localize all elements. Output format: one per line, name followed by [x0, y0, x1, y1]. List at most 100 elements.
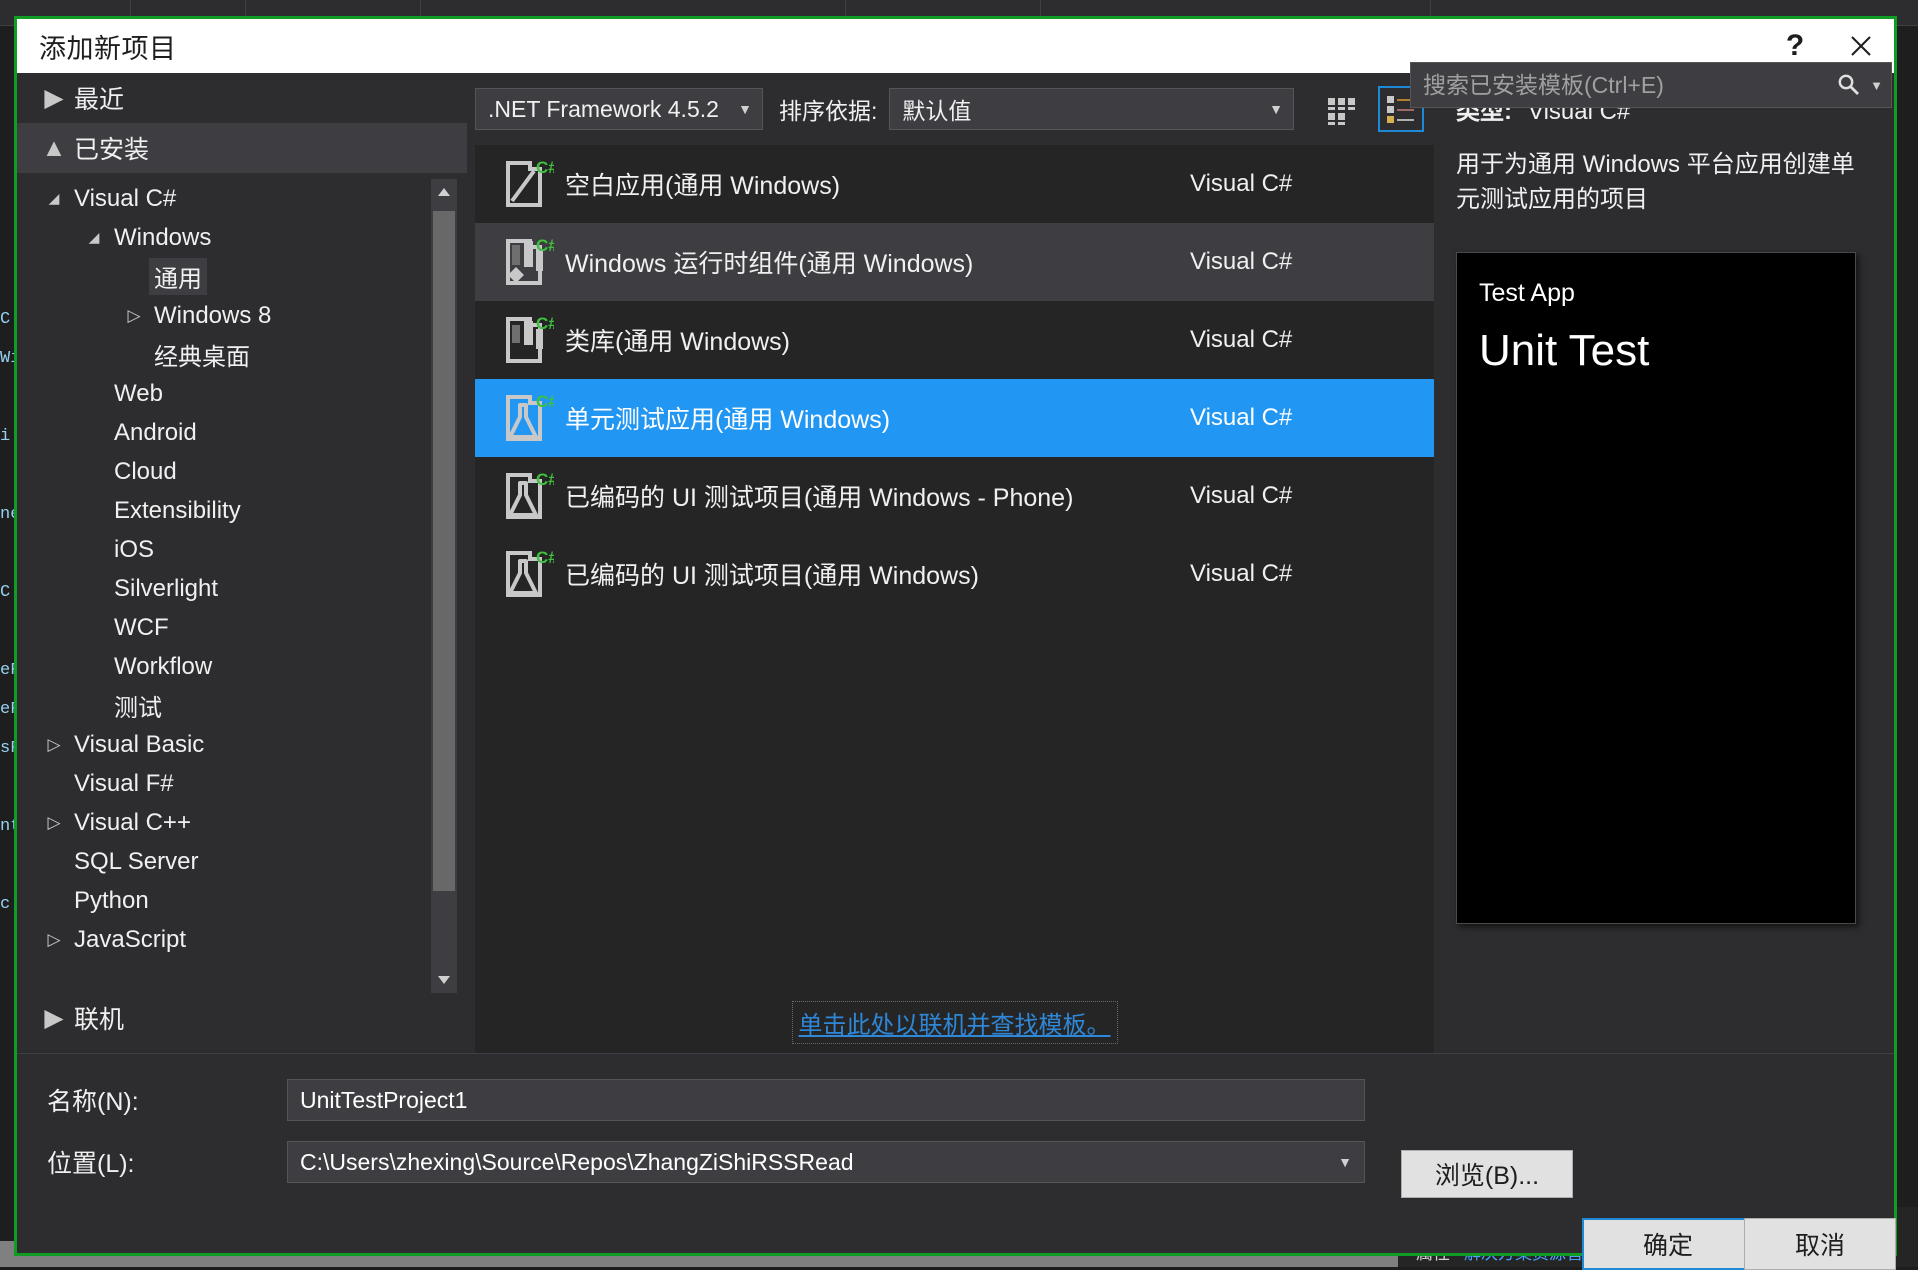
tree-node-label: 已安装	[69, 129, 154, 167]
tree-node[interactable]: Web	[17, 374, 467, 413]
svg-text:C#: C#	[536, 470, 554, 489]
medium-icons-view-icon[interactable]	[1318, 86, 1364, 132]
chevron-right-icon: ▶	[39, 83, 69, 113]
svg-text:C#: C#	[536, 392, 554, 411]
tree-node[interactable]: ◢Visual C#	[17, 179, 467, 218]
online-templates-link-row: 单击此处以联机并查找模板。	[475, 991, 1434, 1053]
chevron-right-icon: ▷	[39, 735, 69, 755]
tree-node[interactable]: Silverlight	[17, 569, 467, 608]
tree-node[interactable]: Visual F#	[17, 764, 467, 803]
template-name: 单元测试应用(通用 Windows)	[565, 400, 1174, 436]
tree-scroll-region: ◢Visual C#◢Windows通用▷Windows 8经典桌面WebAnd…	[17, 179, 467, 993]
cancel-button[interactable]: 取消	[1744, 1218, 1896, 1270]
tree-node[interactable]: WCF	[17, 608, 467, 647]
tree-node[interactable]: ▷Visual Basic	[17, 725, 467, 764]
search-icon[interactable]	[1836, 72, 1862, 98]
template-list[interactable]: C#空白应用(通用 Windows)Visual C#C#Windows 运行时…	[475, 145, 1434, 991]
framework-dropdown[interactable]: .NET Framework 4.5.2 ▼	[475, 88, 763, 130]
tree-node[interactable]: ◢Windows	[17, 218, 467, 257]
view-mode-toggle-group	[1318, 86, 1424, 132]
chevron-down-icon: ◢	[39, 190, 69, 207]
browse-button[interactable]: 浏览(B)...	[1401, 1150, 1573, 1198]
tree-node-label: 测试	[109, 687, 167, 724]
svg-text:C#: C#	[536, 314, 554, 333]
tree-node-label: Windows 8	[149, 301, 276, 331]
template-preview-image: Test App Unit Test	[1456, 252, 1856, 924]
chevron-down-icon: ▼	[1255, 101, 1283, 117]
template-list-item[interactable]: C# 类库(通用 Windows)Visual C#	[475, 301, 1434, 379]
tree-node[interactable]: iOS	[17, 530, 467, 569]
tree-node[interactable]: ▷Windows 8	[17, 296, 467, 335]
tree-node-installed[interactable]: ▲ 已安装	[17, 123, 467, 173]
tree-node[interactable]: Extensibility	[17, 491, 467, 530]
tree-node[interactable]: Workflow	[17, 647, 467, 686]
tree-node-label: Web	[109, 379, 168, 409]
tree-node-recent[interactable]: ▶ 最近	[17, 73, 467, 123]
project-name-input[interactable]: UnitTestProject1	[287, 1079, 1365, 1121]
tree-node-label: Android	[109, 418, 202, 448]
tree-node[interactable]: 测试	[17, 686, 467, 725]
tree-node-label: Visual C#	[69, 184, 181, 214]
tree-node-label: Extensibility	[109, 496, 246, 526]
tree-node-label: 联机	[69, 999, 129, 1037]
sort-dropdown[interactable]: 默认值 ▼	[889, 88, 1294, 130]
search-templates-box[interactable]: ▼	[1410, 62, 1892, 108]
template-language: Visual C#	[1174, 326, 1434, 354]
template-name: 已编码的 UI 测试项目(通用 Windows)	[565, 556, 1174, 592]
tree-node[interactable]: 通用	[17, 257, 467, 296]
project-location-value: C:\Users\zhexing\Source\Repos\ZhangZiShi…	[300, 1149, 854, 1176]
tree-node-label: SQL Server	[69, 847, 204, 877]
tree-node[interactable]: ▷Visual C++	[17, 803, 467, 842]
tree-node[interactable]: Cloud	[17, 452, 467, 491]
template-name: 已编码的 UI 测试项目(通用 Windows - Phone)	[565, 478, 1174, 514]
tree-node[interactable]: ▷JavaScript	[17, 920, 467, 959]
template-language: Visual C#	[1174, 560, 1434, 588]
project-location-input[interactable]: C:\Users\zhexing\Source\Repos\ZhangZiShi…	[287, 1141, 1365, 1183]
framework-dropdown-value: .NET Framework 4.5.2	[488, 96, 719, 123]
tree-node[interactable]: Python	[17, 881, 467, 920]
template-language: Visual C#	[1174, 404, 1434, 432]
tree-node-label: 最近	[69, 79, 129, 117]
scroll-down-arrow-icon[interactable]	[431, 967, 457, 993]
template-name: 类库(通用 Windows)	[565, 322, 1174, 358]
tree-node-label: Silverlight	[109, 574, 223, 604]
chevron-down-icon[interactable]: ▼	[1870, 78, 1883, 93]
tree-node-label: Python	[69, 886, 154, 916]
tree-node-list: ◢Visual C#◢Windows通用▷Windows 8经典桌面WebAnd…	[17, 179, 467, 959]
blank-app-icon: C#	[489, 157, 565, 211]
tree-node[interactable]: Android	[17, 413, 467, 452]
svg-text:C#: C#	[536, 236, 554, 255]
find-online-templates-link[interactable]: 单击此处以联机并查找模板。	[792, 1001, 1118, 1044]
template-language: Visual C#	[1174, 248, 1434, 276]
tree-node-label: Cloud	[109, 457, 182, 487]
tree-node[interactable]: 经典桌面	[17, 335, 467, 374]
template-list-item[interactable]: C#已编码的 UI 测试项目(通用 Windows - Phone)Visual…	[475, 457, 1434, 535]
coded-ui-test-icon: C#	[489, 547, 565, 601]
tree-node-online[interactable]: ▶ 联机	[17, 993, 467, 1043]
unit-test-icon: C#	[489, 391, 565, 445]
tree-node-label: Visual Basic	[69, 730, 209, 760]
svg-text:C#: C#	[536, 158, 554, 177]
template-name: Windows 运行时组件(通用 Windows)	[565, 244, 1174, 280]
tree-scrollbar-thumb[interactable]	[433, 211, 455, 891]
template-details-pane: 类型:Visual C# 用于为通用 Windows 平台应用创建单元测试应用的…	[1434, 73, 1894, 1053]
tree-node-label: Workflow	[109, 652, 217, 682]
tree-scrollbar[interactable]	[431, 179, 457, 993]
coded-ui-test-icon: C#	[489, 469, 565, 523]
svg-text:C#: C#	[536, 548, 554, 567]
scroll-up-arrow-icon[interactable]	[431, 179, 457, 205]
runtime-component-icon: C#	[489, 235, 565, 289]
search-input[interactable]	[1423, 72, 1836, 99]
template-list-item[interactable]: C#空白应用(通用 Windows)Visual C#	[475, 145, 1434, 223]
template-list-item[interactable]: C# Windows 运行时组件(通用 Windows)Visual C#	[475, 223, 1434, 301]
template-list-item[interactable]: C# 单元测试应用(通用 Windows)Visual C#	[475, 379, 1434, 457]
tree-node[interactable]: SQL Server	[17, 842, 467, 881]
sort-by-label: 排序依据:	[779, 92, 877, 126]
chevron-right-icon: ▶	[39, 1003, 69, 1033]
dialog-title: 添加新项目	[39, 27, 177, 66]
name-label: 名称(N):	[47, 1082, 287, 1118]
tree-node-label: JavaScript	[69, 925, 191, 955]
tree-node-label: iOS	[109, 535, 159, 565]
ok-button[interactable]: 确定	[1582, 1218, 1754, 1270]
template-list-item[interactable]: C# 已编码的 UI 测试项目(通用 Windows)Visual C#	[475, 535, 1434, 613]
